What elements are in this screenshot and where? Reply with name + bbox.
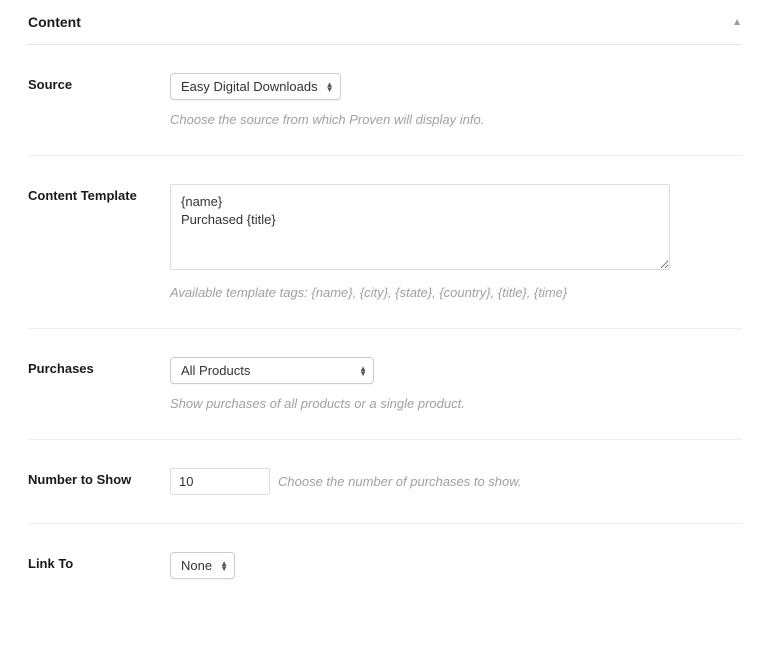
label-content-template: Content Template [28,184,170,300]
field-link-to: Link To None ▲▼ [28,524,742,607]
panel-header[interactable]: Content ▲ [28,0,742,45]
link-to-select[interactable]: None ▲▼ [170,552,235,579]
field-source: Source Easy Digital Downloads ▲▼ Choose … [28,45,742,156]
chevron-up-down-icon: ▲▼ [359,366,367,376]
purchases-helper: Show purchases of all products or a sing… [170,396,742,411]
link-to-select-value: None [181,558,212,573]
purchases-select-value: All Products [181,363,250,378]
field-content-template: Content Template Available template tags… [28,156,742,329]
field-body-number-to-show: Choose the number of purchases to show. [170,468,742,495]
content-template-helper: Available template tags: {name}, {city},… [170,285,742,300]
number-to-show-helper: Choose the number of purchases to show. [278,474,522,489]
source-select[interactable]: Easy Digital Downloads ▲▼ [170,73,341,100]
label-link-to: Link To [28,552,170,579]
number-to-show-input[interactable] [170,468,270,495]
content-template-textarea[interactable] [170,184,670,270]
chevron-up-down-icon: ▲▼ [326,82,334,92]
field-body-content-template: Available template tags: {name}, {city},… [170,184,742,300]
label-source: Source [28,73,170,127]
field-body-source: Easy Digital Downloads ▲▼ Choose the sou… [170,73,742,127]
collapse-arrow-icon: ▲ [732,17,742,28]
source-select-value: Easy Digital Downloads [181,79,318,94]
field-purchases: Purchases All Products ▲▼ Show purchases… [28,329,742,440]
content-panel: Content ▲ Source Easy Digital Downloads … [0,0,770,607]
purchases-select[interactable]: All Products ▲▼ [170,357,374,384]
field-body-link-to: None ▲▼ [170,552,742,579]
source-helper: Choose the source from which Proven will… [170,112,742,127]
field-number-to-show: Number to Show Choose the number of purc… [28,440,742,524]
label-number-to-show: Number to Show [28,468,170,495]
chevron-up-down-icon: ▲▼ [220,561,228,571]
label-purchases: Purchases [28,357,170,411]
field-body-purchases: All Products ▲▼ Show purchases of all pr… [170,357,742,411]
panel-title: Content [28,14,81,30]
